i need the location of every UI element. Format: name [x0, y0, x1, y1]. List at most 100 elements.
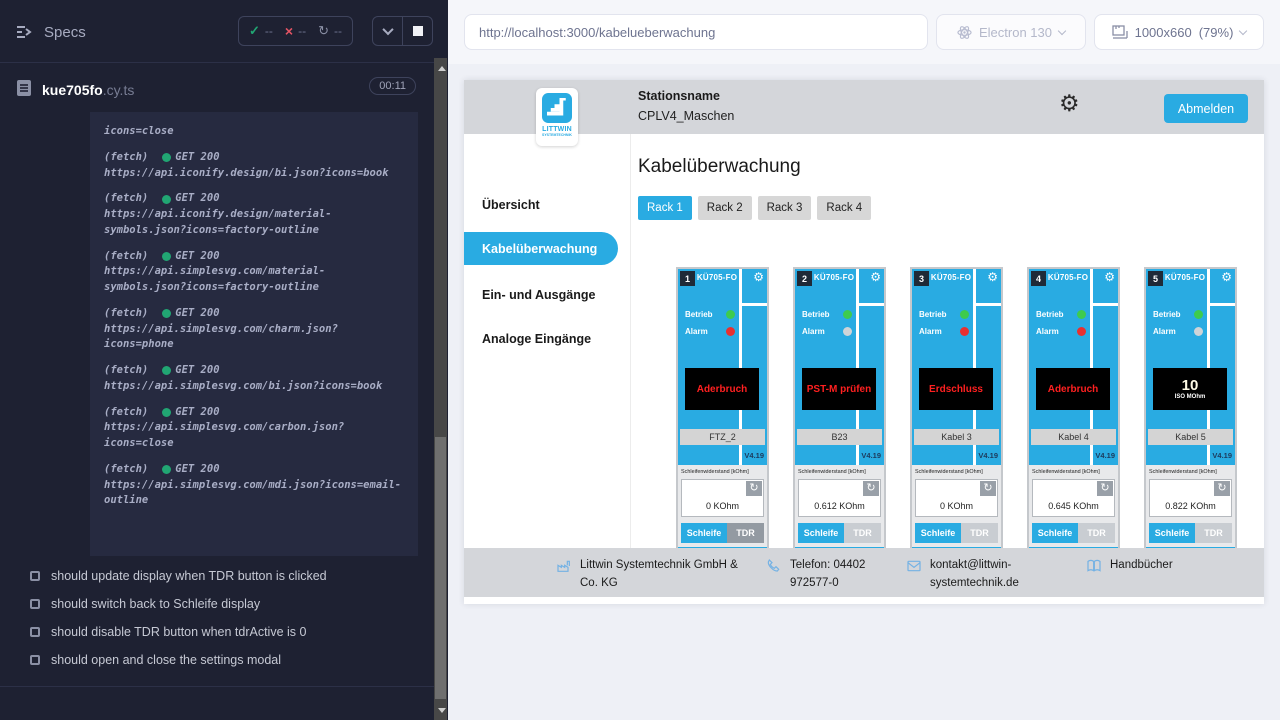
station-name: CPLV4_Maschen: [638, 109, 734, 123]
measurement-label: Schleifenwiderstand [kOhm]: [681, 468, 749, 474]
browser-selector[interactable]: Electron 130: [936, 14, 1086, 50]
schleife-button[interactable]: Schleife: [915, 523, 961, 543]
log-entry: (fetch)GET 200 https://api.simplesvg.com…: [104, 363, 404, 395]
refresh-icon[interactable]: ↻: [980, 481, 996, 496]
card-settings-gear-icon[interactable]: ⚙: [1221, 271, 1232, 283]
cypress-runner-panel: Specs ✓-- ×-- ↻-- kue705fo.cy.ts 00:11 i…: [0, 0, 448, 720]
collapse-button[interactable]: [373, 17, 402, 45]
card-number: 2: [797, 271, 812, 286]
test-item[interactable]: should disable TDR button when tdrActive…: [0, 618, 434, 646]
mode-buttons: Schleife TDR: [798, 523, 881, 543]
measurement-label: Schleifenwiderstand [kOhm]: [798, 468, 866, 474]
firmware-version: V4.19: [978, 451, 998, 460]
test-item[interactable]: should open and close the settings modal: [0, 646, 434, 674]
log-source: (fetch): [104, 462, 148, 478]
sidebar-divider: [630, 134, 631, 548]
mode-buttons: Schleife TDR: [681, 523, 764, 543]
rack-tabs: Rack 1 Rack 2 Rack 3 Rack 4: [638, 196, 871, 220]
footer-email: kontakt@littwin-systemtechnik.de: [906, 557, 1086, 597]
log-entry: (fetch)GET 200 https://api.iconify.desig…: [104, 150, 404, 182]
stat-failed[interactable]: ×--: [285, 23, 306, 39]
scroll-up-arrow-icon[interactable]: [438, 66, 446, 71]
logo-subtitle: SYSTEMTECHNIK: [542, 133, 572, 137]
test-item[interactable]: should update display when TDR button is…: [0, 562, 434, 590]
schleife-button[interactable]: Schleife: [1149, 523, 1195, 543]
tdr-button[interactable]: TDR: [961, 523, 998, 543]
schleife-button[interactable]: Schleife: [798, 523, 844, 543]
footer-company: Littwin Systemtechnik GmbH & Co. KG: [556, 557, 766, 597]
status-display: Aderbruch: [1036, 368, 1110, 410]
device-card-4: 4 KÜ705-FO ⚙ Betrieb Alarm Aderbruch Kab…: [1027, 267, 1120, 561]
passed-check-icon: ✓: [249, 23, 260, 39]
tab-rack-2[interactable]: Rack 2: [698, 196, 752, 220]
refresh-icon[interactable]: ↻: [863, 481, 879, 496]
settings-gear-icon[interactable]: ⚙: [1059, 92, 1080, 115]
specs-list-toggle-icon[interactable]: [14, 21, 36, 43]
measurement-value: 0.645 KOhm: [1033, 501, 1114, 511]
url-input[interactable]: http://localhost:3000/kabelueberwachung: [464, 14, 928, 50]
tab-rack-4[interactable]: Rack 4: [817, 196, 871, 220]
log-entry: (fetch)GET 200 https://api.iconify.desig…: [104, 191, 404, 238]
passed-count: --: [265, 24, 273, 38]
test-item[interactable]: should switch back to Schleife display: [0, 590, 434, 618]
alarm-led-row: Alarm: [1036, 327, 1086, 336]
log-status: GET 200: [175, 405, 219, 421]
log-status: GET 200: [175, 191, 219, 207]
card-settings-gear-icon[interactable]: ⚙: [1104, 271, 1115, 283]
cable-label: Kabel 4: [1031, 429, 1116, 445]
spec-row[interactable]: kue705fo.cy.ts 00:11: [0, 74, 434, 106]
tdr-button[interactable]: TDR: [1078, 523, 1115, 543]
nav-item-ein-und-ausgaenge[interactable]: Ein- und Ausgänge: [482, 288, 595, 302]
alarm-led: [726, 327, 735, 336]
status-display: 10ISO MOhm: [1153, 368, 1227, 410]
nav-item-kabelueberwachung-active[interactable]: Kabelüberwachung: [464, 232, 618, 265]
stop-button[interactable]: [403, 17, 432, 45]
nav-item-analoge-eingaenge[interactable]: Analoge Eingänge: [482, 332, 591, 346]
firmware-version: V4.19: [861, 451, 881, 460]
alarm-led: [1077, 327, 1086, 336]
log-status: GET 200: [175, 462, 219, 478]
viewport-selector[interactable]: 1000x660 (79%): [1094, 14, 1264, 50]
mode-buttons: Schleife TDR: [915, 523, 998, 543]
card-settings-gear-icon[interactable]: ⚙: [987, 271, 998, 283]
device-card-5: 5 KÜ705-FO ⚙ Betrieb Alarm 10ISO MOhm Ka…: [1144, 267, 1237, 561]
refresh-icon[interactable]: ↻: [1097, 481, 1113, 496]
betrieb-led-row: Betrieb: [1153, 310, 1203, 319]
firmware-version: V4.19: [1212, 451, 1232, 460]
browser-name: Electron 130: [979, 25, 1052, 40]
log-status: GET 200: [175, 249, 219, 265]
nav-item-uebersicht[interactable]: Übersicht: [482, 198, 540, 212]
stat-passed[interactable]: ✓ --: [249, 23, 273, 39]
alarm-led-row: Alarm: [685, 327, 735, 336]
tdr-button[interactable]: TDR: [1195, 523, 1232, 543]
footer-manuals-link[interactable]: Handbücher: [1086, 557, 1173, 597]
station-info: Stationsname CPLV4_Maschen: [638, 89, 734, 123]
phone-icon: [766, 558, 782, 574]
log-url: https://api.iconify.design/bi.json?icons…: [104, 166, 404, 182]
log-url: https://api.simplesvg.com/mdi.json?icons…: [104, 478, 404, 510]
log-source: (fetch): [104, 363, 148, 379]
footer-phone: Telefon: 04402 972577-0: [766, 557, 906, 597]
tab-rack-3[interactable]: Rack 3: [758, 196, 812, 220]
spec-file-icon: [16, 79, 32, 102]
measurement-value: 0.822 KOhm: [1150, 501, 1231, 511]
factory-icon: [556, 558, 572, 574]
stop-icon: [413, 26, 423, 36]
refresh-icon[interactable]: ↻: [1214, 481, 1230, 496]
tdr-button[interactable]: TDR: [727, 523, 764, 543]
tab-rack-1[interactable]: Rack 1: [638, 196, 692, 220]
alarm-led: [843, 327, 852, 336]
card-number: 4: [1031, 271, 1046, 286]
schleife-button[interactable]: Schleife: [681, 523, 727, 543]
runner-scrollbar-thumb[interactable]: [435, 437, 446, 699]
scroll-down-arrow-icon[interactable]: [438, 708, 446, 713]
betrieb-led: [1077, 310, 1086, 319]
tdr-button[interactable]: TDR: [844, 523, 881, 543]
card-settings-gear-icon[interactable]: ⚙: [753, 271, 764, 283]
schleife-button[interactable]: Schleife: [1032, 523, 1078, 543]
logout-button[interactable]: Abmelden: [1164, 94, 1248, 123]
stat-running[interactable]: ↻--: [318, 23, 342, 39]
refresh-icon[interactable]: ↻: [746, 481, 762, 496]
electron-icon: [957, 25, 972, 40]
card-settings-gear-icon[interactable]: ⚙: [870, 271, 881, 283]
